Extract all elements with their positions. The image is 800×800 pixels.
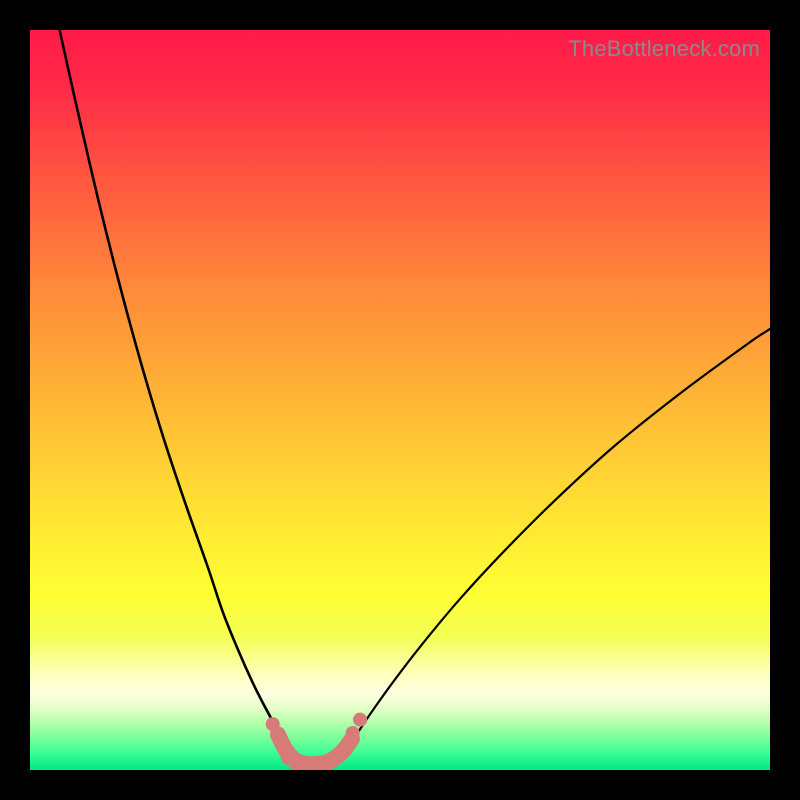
watermark-text: TheBottleneck.com (568, 36, 760, 62)
curve-marker (266, 717, 280, 731)
curve-marker (327, 750, 343, 766)
plot-area: TheBottleneck.com (30, 30, 770, 770)
curve-marker (353, 713, 367, 727)
curve-marker (346, 726, 360, 740)
chart-frame: TheBottleneck.com (0, 0, 800, 800)
gradient-background (30, 30, 770, 770)
curve-marker (275, 736, 289, 750)
plot-svg (30, 30, 770, 770)
